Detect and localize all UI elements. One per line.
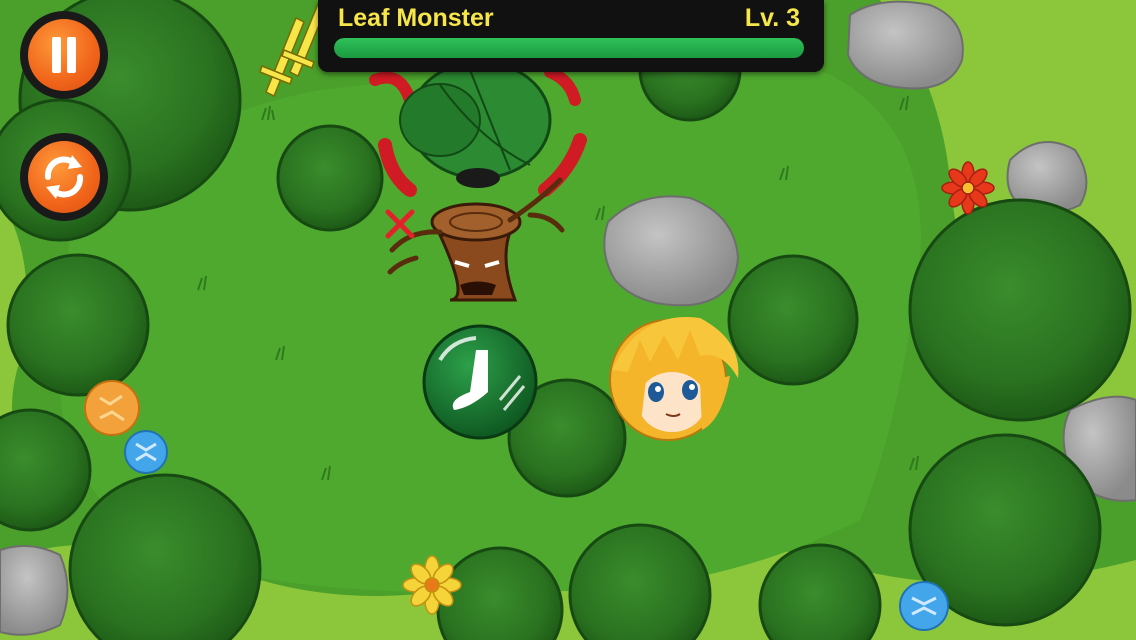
speed-boot-orb[interactable]: [422, 324, 538, 440]
bush: [727, 254, 859, 386]
gem: [84, 380, 140, 436]
gem: [124, 430, 168, 474]
game-stage[interactable]: Leaf Monster Lv. 3: [0, 0, 1136, 640]
rock: [846, 0, 964, 90]
enemy-health-bar: [334, 38, 804, 58]
restart-icon: [44, 155, 84, 199]
bush: [908, 198, 1132, 422]
pause-button[interactable]: [20, 11, 108, 99]
enemy-level: Lv. 3: [744, 4, 800, 32]
bush: [276, 124, 384, 232]
pause-icon: [52, 37, 76, 73]
bush: [6, 253, 150, 397]
gem: [899, 581, 949, 631]
enemy-name: Leaf Monster: [338, 4, 494, 32]
flower: [941, 161, 995, 215]
game-map: [0, 0, 1136, 640]
restart-button[interactable]: [20, 133, 108, 221]
rock: [0, 545, 69, 636]
enemy-health-fill: [334, 38, 804, 58]
